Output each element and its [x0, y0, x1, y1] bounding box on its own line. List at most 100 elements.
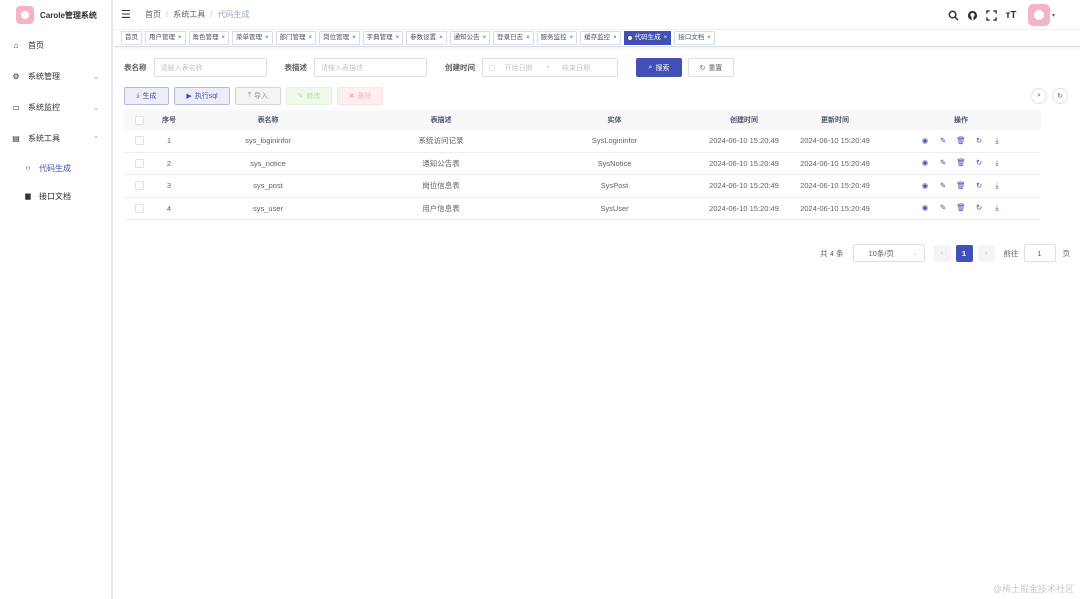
close-icon[interactable]: × [439, 32, 443, 44]
table-row[interactable]: 4 sys_user 用户信息表 SysUser 2024-06-10 15:20:49… [124, 198, 1041, 220]
close-icon[interactable]: × [265, 32, 269, 44]
download-icon[interactable]: ⤓ [988, 136, 1006, 146]
download-icon[interactable]: ⤓ [988, 181, 1006, 191]
search-button[interactable]: ⌕ 搜索 [636, 58, 682, 77]
download-icon[interactable]: ⤓ [988, 158, 1006, 168]
tab-tag[interactable]: 通知公告 × [449, 31, 491, 45]
preview-icon[interactable]: ◉ [916, 136, 934, 146]
sidebar-item[interactable]: ▭ 系统监控 ⌄ [0, 92, 111, 123]
logo-area[interactable]: Carole管理系统 [0, 0, 111, 30]
sync-icon[interactable]: ↻ [970, 136, 988, 146]
font-size-icon[interactable]: тT [1004, 8, 1018, 22]
tab-tag[interactable]: 服务监控 × [536, 31, 578, 45]
sidebar-item[interactable]: ⌂ 首页 [0, 30, 111, 61]
breadcrumb-home[interactable]: 首页 [145, 9, 161, 20]
import-button[interactable]: ⤒ 导入 [235, 87, 281, 105]
next-page-button[interactable]: › [977, 244, 995, 262]
tab-tag[interactable]: 参数设置 × [406, 31, 447, 45]
tab-tag[interactable]: 部门管理 × [275, 31, 317, 45]
table-desc-input[interactable]: 请输入表描述 [314, 58, 427, 77]
watermark: @稀土掘金技术社区 [992, 584, 1074, 594]
tab-tag[interactable]: 代码生成 × [623, 31, 672, 45]
close-icon[interactable]: × [352, 32, 356, 44]
select-all-checkbox[interactable] [124, 115, 154, 125]
delete-icon: ✖ [348, 93, 355, 100]
caret-down-icon[interactable]: ▾ [1052, 12, 1055, 19]
close-icon[interactable]: × [707, 32, 711, 44]
sidebar-item-label: 系统管理 [28, 72, 60, 81]
hamburger-icon[interactable]: ☰ [121, 8, 133, 21]
close-icon[interactable]: × [396, 32, 400, 44]
fullscreen-icon[interactable] [985, 8, 999, 22]
tab-tag[interactable]: 用户管理 × [145, 31, 186, 45]
edit-icon[interactable]: ✎ [934, 181, 952, 191]
preview-icon[interactable]: ◉ [916, 181, 934, 191]
edit-icon[interactable]: ✎ [934, 158, 952, 168]
close-icon[interactable]: × [222, 32, 226, 44]
row-checkbox[interactable] [124, 203, 154, 213]
tab-tag[interactable]: 首页 [121, 31, 142, 45]
delete-icon[interactable]: 🗑 [952, 136, 970, 146]
delete-icon[interactable]: 🗑 [952, 181, 970, 191]
preview-icon[interactable]: ◉ [916, 158, 934, 168]
tab-tag[interactable]: 角色管理 × [188, 31, 230, 45]
sidebar-subitem[interactable]: ‹› 代码生成 [0, 154, 111, 182]
header-table-desc: 表描述 [430, 117, 452, 124]
tab-tag-label: 部门管理 [279, 34, 306, 41]
sync-icon[interactable]: ↻ [970, 158, 988, 168]
avatar[interactable] [1027, 4, 1050, 26]
sidebar-subitem[interactable]: ▆ 接口文档 [0, 182, 111, 210]
row-checkbox[interactable] [124, 158, 154, 168]
exec-sql-button[interactable]: ▶ 执行sql [174, 87, 230, 105]
sync-icon[interactable]: ↻ [970, 181, 988, 191]
delete-icon[interactable]: 🗑 [952, 158, 970, 168]
end-date-placeholder[interactable]: 结束日期 [562, 63, 590, 73]
tab-tag[interactable]: 菜单管理 × [232, 31, 273, 45]
close-icon[interactable]: × [526, 32, 530, 44]
table-row[interactable]: 2 sys_notice 通知公告表 SysNotice 2024-06-10 15:2… [124, 153, 1041, 175]
cell-table-desc: 通知公告表 [422, 158, 460, 168]
cell-created: 2024-06-10 15:20:49 [709, 203, 779, 213]
page-size-select[interactable]: 10条/页 ⌄ [852, 244, 925, 262]
row-checkbox[interactable] [124, 181, 154, 191]
delete-icon[interactable]: 🗑 [952, 203, 970, 213]
modify-button[interactable]: ✎ 修改 [286, 87, 332, 105]
tab-tag[interactable]: 缓存监控 × [580, 31, 621, 45]
search-icon[interactable] [947, 8, 961, 22]
date-range-picker[interactable]: ▢ 开始日期 - 结束日期 [482, 58, 618, 77]
tab-tag[interactable]: 字典管理 × [362, 31, 404, 45]
delete-button[interactable]: ✖ 删除 [337, 87, 383, 105]
goto-page-input[interactable]: 1 [1023, 244, 1056, 262]
sidebar-item[interactable]: ⚙ 系统管理 ⌄ [0, 61, 111, 92]
tab-tag[interactable]: 登录日志 × [493, 31, 534, 45]
sidebar-item[interactable]: ▤ 系统工具 ⌃ [0, 123, 111, 154]
close-icon[interactable]: × [613, 32, 617, 44]
generate-button[interactable]: ⤓ 生成 [124, 87, 169, 105]
table-name-input[interactable]: 请输入表名称 [153, 58, 267, 77]
refresh-icon[interactable]: ↻ [1052, 88, 1068, 104]
edit-icon[interactable]: ✎ [934, 203, 952, 213]
download-icon[interactable]: ⤓ [988, 203, 1006, 213]
close-icon[interactable]: × [483, 32, 487, 44]
cell-index: 1 [166, 136, 172, 146]
close-icon[interactable]: × [178, 32, 182, 44]
page-number-active[interactable]: 1 [955, 244, 973, 262]
prev-page-button[interactable]: ‹ [933, 244, 951, 262]
breadcrumb-system-tools[interactable]: 系统工具 [173, 9, 205, 20]
close-icon[interactable]: × [570, 32, 574, 44]
close-icon[interactable]: × [309, 32, 313, 44]
table-row[interactable]: 3 sys_post 岗位信息表 SysPost 2024-06-10 15:20:49… [124, 175, 1041, 198]
start-date-placeholder[interactable]: 开始日期 [505, 63, 533, 73]
tab-tag[interactable]: 接口文档 × [674, 31, 715, 45]
table-row[interactable]: 1 sys_logininfor 系统访问记录 SysLogininfor 2024-0… [124, 130, 1041, 153]
row-checkbox[interactable] [124, 136, 154, 146]
close-icon[interactable]: × [664, 32, 668, 44]
sync-icon[interactable]: ↻ [970, 203, 988, 213]
github-icon[interactable] [966, 8, 980, 22]
table-desc-placeholder: 请输入表描述 [321, 64, 363, 72]
tab-tag[interactable]: 岗位管理 × [319, 31, 360, 45]
edit-icon[interactable]: ✎ [934, 136, 952, 146]
reset-button[interactable]: ↻ 重置 [688, 58, 734, 77]
toggle-search-icon[interactable]: ⌕ [1031, 88, 1047, 104]
preview-icon[interactable]: ◉ [916, 203, 934, 213]
